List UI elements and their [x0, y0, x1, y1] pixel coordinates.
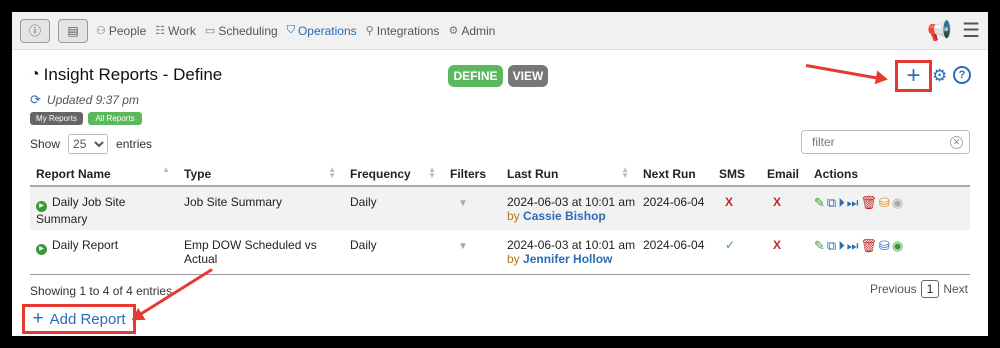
last-run-cell: 2024-06-03 at 10:01 am by Cassie Bishop [501, 186, 637, 230]
database-icon[interactable]: ⛁ [879, 195, 890, 211]
sms-cell: ✓ [713, 230, 761, 275]
database-icon[interactable]: ⛁ [879, 238, 890, 254]
nav-item-admin[interactable]: ⚙ Admin [448, 24, 495, 38]
table-row: ▶ Daily Job Site Summary Job Site Summary… [30, 186, 970, 230]
shield-icon: ⛉ [286, 24, 295, 36]
trash-icon[interactable]: 🗑 [860, 195, 877, 211]
add-report-button[interactable]: + Add Report [22, 304, 136, 334]
col-last-run[interactable]: Last Run ▲ ▼ [501, 162, 637, 187]
table-row: ▶ Daily Report Emp DOW Scheduled vs Actua… [30, 230, 970, 275]
settings-gear-icon[interactable]: ⚙ [932, 66, 947, 86]
pagination: Previous 1 Next [870, 280, 968, 298]
funnel-icon[interactable]: ▼ [458, 198, 468, 209]
frequency-cell: Daily [344, 186, 444, 230]
col-report-name[interactable]: Report Name ▲ [30, 162, 178, 187]
annotation-arrow [805, 64, 886, 81]
table-header-row: Report Name ▲ Type ▲ ▼ Frequency ▲ ▼ Filters … [30, 162, 970, 187]
filter-input[interactable] [801, 130, 970, 154]
reports-table: Report Name ▲ Type ▲ ▼ Frequency ▲ ▼ Filters … [30, 162, 970, 275]
calendar-icon: ▭ [204, 25, 216, 37]
refresh-icon[interactable]: ⟳ [30, 92, 41, 108]
fast-forward-icon[interactable]: ⏭ [847, 195, 859, 211]
col-filters: Filters [444, 162, 501, 187]
chip-my-reports[interactable]: My Reports [30, 112, 83, 125]
play-circle-icon[interactable]: ⏵ [838, 195, 845, 211]
col-email: Email [761, 162, 808, 187]
nav-item-integrations[interactable]: ⚲ Integrations [366, 24, 440, 38]
nav-item-people[interactable]: ⚇ People [96, 24, 146, 38]
help-icon[interactable]: ? [953, 66, 971, 84]
updated-status: ⟳ Updated 9:37 pm [30, 92, 139, 108]
run-by: by Jennifer Hollow [507, 252, 613, 266]
last-run-cell: 2024-06-03 at 10:01 am by Jennifer Hollow [501, 230, 637, 275]
fast-forward-icon[interactable]: ⏭ [847, 238, 859, 254]
filters-cell: ▼ [444, 230, 501, 275]
define-button[interactable]: DEFINE [448, 65, 503, 87]
report-name-cell[interactable]: ▶ Daily Job Site Summary [30, 186, 178, 230]
sort-icon: ▲ ▼ [328, 165, 336, 180]
work-icon: ☷ [155, 25, 166, 37]
info-icon[interactable]: ⓘ [20, 18, 50, 43]
view-button[interactable]: VIEW [508, 65, 548, 87]
col-frequency[interactable]: Frequency ▲ ▼ [344, 162, 444, 187]
next-button[interactable]: Next [943, 282, 968, 296]
sort-asc-icon: ▲ [162, 165, 170, 174]
showing-entries: Showing 1 to 4 of 4 entries [30, 284, 173, 298]
page-title: ◔ Insight Reports - Define [30, 65, 223, 84]
chip-all-reports[interactable]: All Reports [88, 112, 142, 125]
trash-icon[interactable]: 🗑 [860, 238, 877, 254]
nav-right: 📢 ☰ [927, 18, 980, 43]
nav-item-scheduling[interactable]: ▭ Scheduling [205, 24, 278, 38]
previous-button[interactable]: Previous [870, 282, 917, 296]
dashboard-icon[interactable]: ▤ [58, 18, 88, 43]
filters-cell: ▼ [444, 186, 501, 230]
gear-icon: ⚙ [448, 25, 459, 37]
actions-cell: ✎ ⧉ ⏵ ⏭ 🗑 ⛁ ◉ [808, 186, 970, 230]
copy-icon[interactable]: ⧉ [827, 238, 836, 254]
funnel-icon[interactable]: ▼ [458, 241, 468, 252]
col-actions: Actions [808, 162, 970, 187]
show-entries: Show 25 entries [30, 134, 152, 154]
play-icon[interactable]: ▶ [36, 244, 47, 255]
top-navigation: ⓘ ▤ ⚇ People ☷ Work ▭ Scheduling ⛉ Operation… [12, 12, 988, 50]
next-run-cell: 2024-06-04 [637, 186, 713, 230]
nav-item-operations[interactable]: ⛉ Operations [287, 24, 357, 38]
col-sms: SMS [713, 162, 761, 187]
play-circle-icon[interactable]: ⏵ [838, 238, 845, 254]
email-cell: X [761, 230, 808, 275]
email-cell: X [761, 186, 808, 230]
plus-icon: + [906, 62, 921, 89]
eye-icon[interactable]: ◉ [892, 238, 903, 254]
sms-cell: X [713, 186, 761, 230]
actions-cell: ✎ ⧉ ⏵ ⏭ 🗑 ⛁ ◉ [808, 230, 970, 275]
next-run-cell: 2024-06-04 [637, 230, 713, 275]
plug-icon: ⚲ [365, 25, 374, 37]
page-1-button[interactable]: 1 [920, 280, 940, 298]
report-name-cell[interactable]: ▶ Daily Report [30, 230, 178, 275]
eye-icon[interactable]: ◉ [892, 195, 903, 211]
plus-icon: + [32, 308, 44, 329]
hamburger-menu-icon[interactable]: ☰ [962, 18, 980, 43]
run-by: by Cassie Bishop [507, 209, 606, 223]
col-next-run[interactable]: Next Run [637, 162, 713, 187]
nav-item-work[interactable]: ☷ Work [155, 24, 196, 38]
megaphone-icon[interactable]: 📢 [927, 18, 952, 43]
edit-icon[interactable]: ✎ [814, 195, 825, 211]
entries-select[interactable]: 25 [68, 134, 109, 154]
play-icon[interactable]: ▶ [36, 201, 47, 212]
add-report-plus-button[interactable]: + [895, 60, 932, 92]
type-cell: Job Site Summary [178, 186, 344, 230]
type-cell: Emp DOW Scheduled vs Actual [178, 230, 344, 275]
person-icon: ⚇ [96, 25, 106, 37]
copy-icon[interactable]: ⧉ [827, 195, 836, 211]
sort-icon: ▲ ▼ [428, 165, 436, 180]
sort-icon: ▲ ▼ [621, 165, 629, 180]
chart-pie-icon: ◔ [30, 66, 40, 83]
edit-icon[interactable]: ✎ [814, 238, 825, 254]
col-type[interactable]: Type ▲ ▼ [178, 162, 344, 187]
frequency-cell: Daily [344, 230, 444, 275]
clear-filter-icon[interactable]: ✕ [950, 136, 963, 149]
app-frame: ⓘ ▤ ⚇ People ☷ Work ▭ Scheduling ⛉ Operation… [12, 12, 988, 336]
